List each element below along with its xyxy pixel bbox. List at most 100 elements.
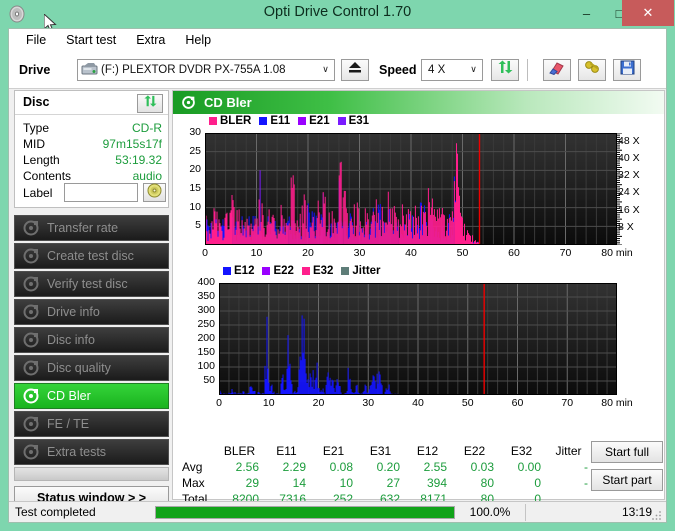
- legend-label: E11: [270, 115, 291, 127]
- avg-e11: 2.29: [282, 460, 306, 474]
- y-axis-tick: 50: [203, 374, 215, 386]
- row-label-avg: Avg: [182, 460, 203, 474]
- sidebar-item-verify-test-disc[interactable]: Verify test disc: [14, 271, 169, 297]
- disc-row-length: Length 53:19.32: [23, 153, 162, 169]
- legend-swatch: [301, 267, 310, 275]
- eject-button[interactable]: [341, 58, 369, 81]
- refresh-arrows-icon: [497, 60, 514, 80]
- tools-button[interactable]: [578, 58, 606, 81]
- max-e12: 394: [426, 476, 447, 490]
- disc-gear-icon: [22, 275, 40, 293]
- disc-gear-icon: [181, 95, 196, 110]
- x-axis-tick: 80 min: [601, 397, 633, 409]
- x-axis-tick: 30: [362, 397, 375, 409]
- x-axis-tick: 0: [202, 247, 208, 259]
- avg-e12: 2.55: [423, 460, 447, 474]
- disc-row-type-value: CD-R: [132, 121, 162, 135]
- y-axis-tick: 5: [195, 219, 201, 232]
- drive-select[interactable]: (F:) PLEXTOR DVDR PX-755A 1.08 ∨: [77, 58, 335, 81]
- cd-disc-icon: [147, 183, 162, 203]
- x-axis-tick: 10: [250, 247, 263, 259]
- disc-label-row: Label: [23, 183, 166, 203]
- chevron-down-icon[interactable]: ∨: [317, 60, 334, 80]
- sidebar-item-transfer-rate[interactable]: Transfer rate: [14, 215, 169, 241]
- col-e12: E12: [416, 444, 439, 458]
- sidebar-item-disc-quality[interactable]: Disc quality: [14, 355, 169, 381]
- avg-e21: 0.08: [329, 460, 353, 474]
- y-axis-tick: 200: [197, 332, 215, 344]
- max-bler: 29: [245, 476, 259, 490]
- sidebar-item-disc-info[interactable]: Disc info: [14, 327, 169, 353]
- chart-legend: BLER E11 E21 E31: [209, 115, 374, 127]
- x-axis-tick: 20: [302, 247, 314, 259]
- statistics-table: BLER E11 E21 E31 E12 E22 E32 Jitter Avg: [178, 443, 598, 507]
- sidebar-item-label: Extra tests: [47, 445, 107, 459]
- col-e32: E32: [510, 444, 533, 458]
- sidebar-item-drive-info[interactable]: Drive info: [14, 299, 169, 325]
- sidebar-item-fe-te[interactable]: FE / TE: [14, 411, 169, 437]
- avg-e31: 0.20: [376, 460, 400, 474]
- x-axis-tick: 50: [456, 247, 469, 259]
- disc-row-type-key: Type: [23, 121, 50, 135]
- x-axis-tick: 40: [412, 397, 424, 409]
- speed-select[interactable]: 4 X ∨: [421, 58, 483, 81]
- legend-swatch: [223, 267, 231, 275]
- client-area: File Start test Extra Help Drive (F:) PL…: [8, 28, 667, 523]
- menu-extra[interactable]: Extra: [127, 31, 174, 49]
- y-axis-tick: 10: [189, 200, 201, 213]
- avg-jitter: -: [584, 460, 588, 474]
- disc-row-type: Type CD-R: [23, 121, 162, 137]
- start-full-button[interactable]: Start full: [591, 441, 663, 463]
- minimize-button[interactable]: –: [570, 0, 603, 26]
- main-panel: CD Bler BLER E11 E21 E31 5 10 15 20 25 30 0 10 20 30 4…: [172, 90, 665, 506]
- y-axis-tick: 100: [197, 360, 215, 372]
- chevron-down-icon[interactable]: ∨: [465, 60, 482, 80]
- close-button[interactable]: ✕: [622, 0, 674, 26]
- chart-legend: E12 E22 E32 Jitter: [223, 265, 386, 277]
- menu-help[interactable]: Help: [176, 31, 220, 49]
- sidebar-item-create-test-disc[interactable]: Create test disc: [14, 243, 169, 269]
- refresh-button[interactable]: [491, 58, 519, 81]
- col-e21: E21: [322, 444, 345, 458]
- disc-row-length-value: 53:19.32: [115, 153, 162, 167]
- resize-grip-icon[interactable]: [651, 508, 663, 520]
- legend-label: E12: [234, 265, 255, 277]
- legend-label: Jitter: [352, 265, 381, 277]
- sidebar-item-label: CD Bler: [47, 389, 91, 403]
- sidebar-item-cd-bler[interactable]: CD Bler: [14, 383, 169, 409]
- refresh-arrows-icon: [143, 94, 158, 113]
- menu-file[interactable]: File: [17, 31, 55, 49]
- disc-row-mid: MID 97m15s17f: [23, 137, 162, 153]
- disc-label-browse-button[interactable]: [143, 183, 166, 202]
- floppy-save-icon: [620, 60, 635, 80]
- drive-icon: [81, 62, 98, 77]
- disc-label-key: Label: [23, 186, 53, 200]
- speed-select-value: 4 X: [428, 63, 446, 76]
- legend-swatch: [337, 117, 346, 125]
- max-e11: 14: [292, 476, 306, 490]
- tools-icon: [584, 60, 601, 80]
- eject-icon: [347, 60, 363, 79]
- sidebar-spacer: [14, 467, 169, 481]
- col-e22: E22: [463, 444, 486, 458]
- menu-start-test[interactable]: Start test: [57, 31, 125, 49]
- y-axis-tick: 400: [197, 276, 215, 288]
- drive-select-value: (F:) PLEXTOR DVDR PX-755A 1.08: [101, 63, 286, 76]
- app-window: Opti Drive Control 1.70 – □ ✕ File Start…: [0, 0, 675, 531]
- disc-label-input[interactable]: [64, 183, 138, 202]
- x-axis-tick: 30: [353, 247, 366, 259]
- col-e31: E31: [369, 444, 392, 458]
- sidebar-item-extra-tests[interactable]: Extra tests: [14, 439, 169, 465]
- start-part-button[interactable]: Start part: [591, 469, 663, 491]
- sidebar-item-label: Drive info: [47, 305, 100, 319]
- avg-e32: 0.00: [517, 460, 541, 474]
- y-axis-tick: 20: [189, 163, 201, 176]
- disc-refresh-button[interactable]: [137, 94, 163, 113]
- x-axis-tick: 60: [511, 397, 524, 409]
- erase-button[interactable]: [543, 58, 571, 81]
- legend-label: BLER: [220, 115, 252, 127]
- table-row: Max 29 14 10 27 394 80 0 -: [178, 475, 592, 491]
- disc-gear-icon: [22, 387, 40, 405]
- save-button[interactable]: [613, 58, 641, 81]
- sidebar-item-label: Create test disc: [47, 249, 134, 263]
